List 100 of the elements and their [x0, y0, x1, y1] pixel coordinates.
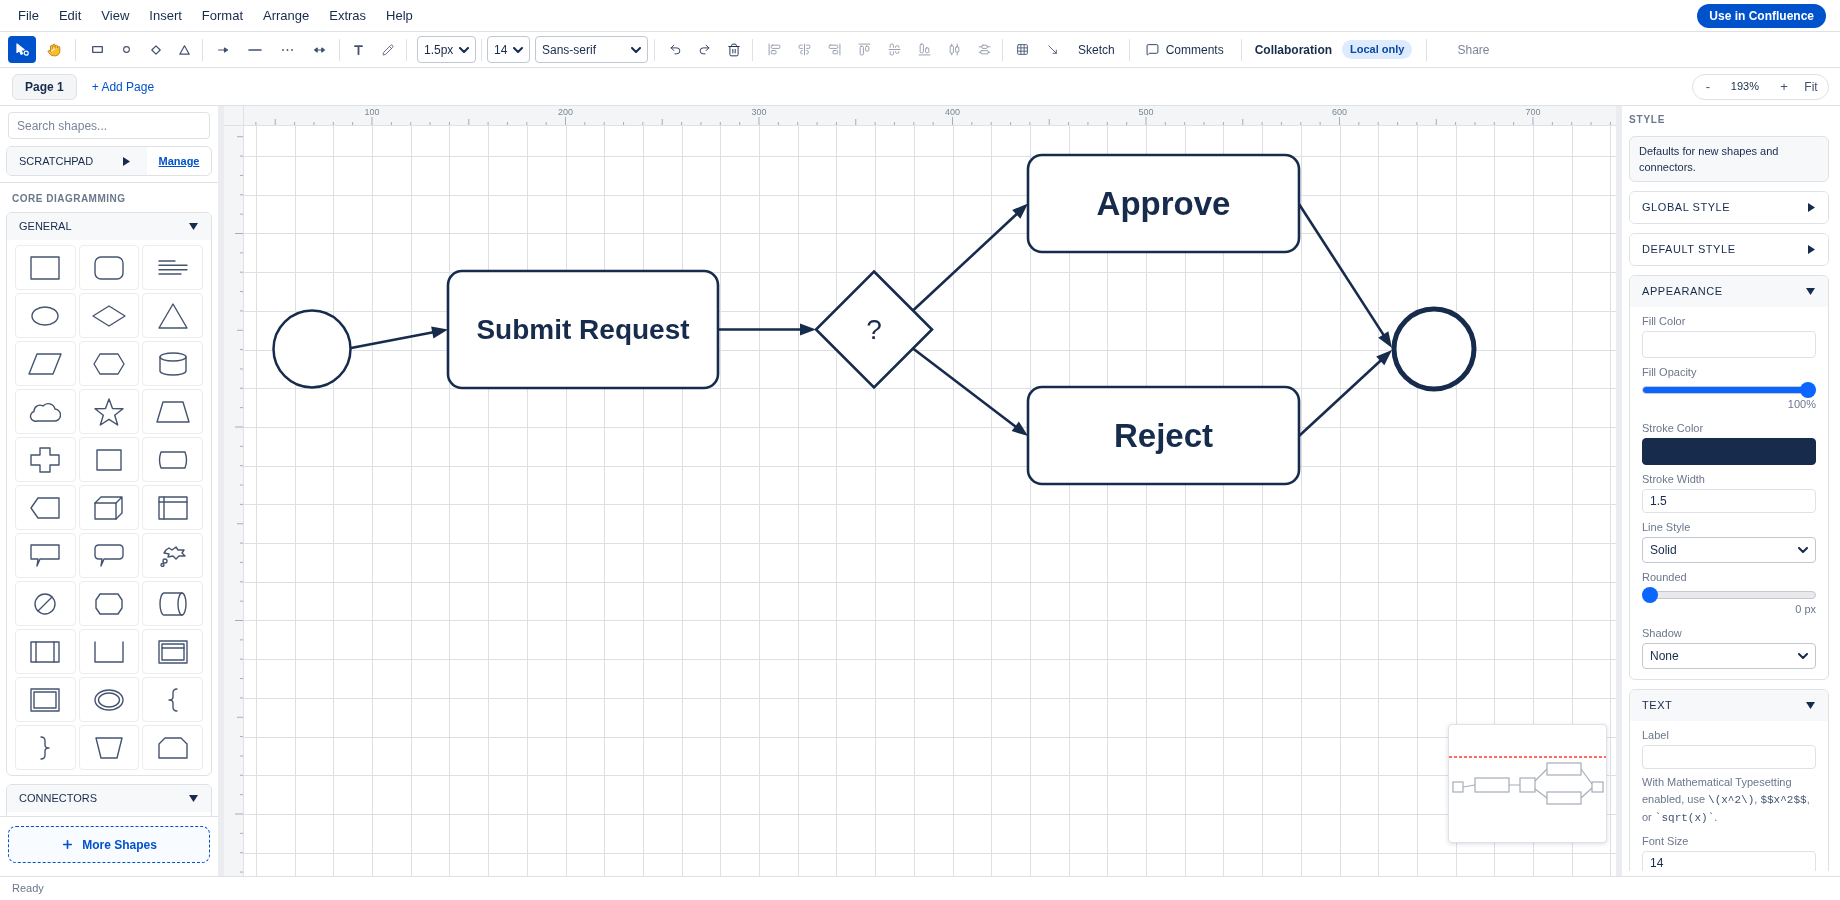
shape-tile[interactable]: [142, 245, 203, 290]
add-page-link[interactable]: + Add Page: [91, 77, 155, 96]
shape-tile[interactable]: [142, 389, 203, 434]
shape-tile[interactable]: [15, 677, 76, 722]
distribute-vertical-icon: [977, 43, 991, 56]
shape-tile[interactable]: [142, 533, 203, 578]
shape-tile[interactable]: [78, 341, 140, 386]
shape-tile[interactable]: [142, 629, 203, 674]
text-input[interactable]: 1.5: [1642, 489, 1816, 513]
color-field[interactable]: [1642, 331, 1816, 358]
field-label: Rounded: [1642, 570, 1687, 584]
shape-tile[interactable]: [142, 437, 203, 482]
comments-button[interactable]: Comments: [1137, 35, 1232, 64]
barrel-shape-icon: [157, 450, 188, 469]
slider-thumb[interactable]: [1642, 587, 1658, 603]
shape-tile[interactable]: [142, 725, 203, 770]
shape-tile[interactable]: [78, 389, 140, 434]
open-box-icon: [94, 640, 124, 663]
ruler-label: 200: [558, 107, 573, 117]
internal-storage-icon: [157, 495, 188, 520]
page-tab[interactable]: Page 1: [12, 73, 77, 100]
text-input[interactable]: [1642, 745, 1816, 769]
shape-tile[interactable]: [15, 725, 76, 770]
zoom-out-button[interactable]: -: [1695, 75, 1720, 98]
slider-thumb[interactable]: [1800, 382, 1816, 398]
section-header[interactable]: TEXT: [1630, 690, 1828, 721]
grid-icon: [1015, 43, 1029, 56]
menu-item[interactable]: Insert: [139, 3, 192, 28]
shape-tile[interactable]: [15, 533, 76, 578]
color-swatch[interactable]: [1642, 438, 1816, 465]
shape-tile[interactable]: [15, 389, 76, 434]
dropdown-select[interactable]: Solid: [1642, 537, 1816, 563]
menu-item[interactable]: Arrange: [253, 3, 320, 28]
font-family-select[interactable]: Sans-serif: [535, 36, 648, 63]
shape-tile[interactable]: [15, 485, 76, 530]
double-arrow-icon: [313, 46, 325, 53]
ruler-label: 500: [1138, 107, 1154, 117]
shape-tile[interactable]: [78, 677, 140, 722]
dropdown-select[interactable]: None: [1642, 643, 1816, 669]
shape-tile[interactable]: [78, 293, 140, 338]
align-right-icon: [827, 43, 841, 56]
chevron-down-icon: [1798, 547, 1808, 553]
shape-tile[interactable]: [78, 485, 140, 530]
shape-tile[interactable]: [142, 581, 203, 626]
library-heading: CORE DIAGRAMMING: [12, 193, 126, 205]
shape-tile[interactable]: [78, 581, 140, 626]
rounded-rectangle-icon: [94, 255, 124, 280]
shape-tile[interactable]: [78, 629, 140, 674]
group-header[interactable]: GENERAL: [7, 213, 211, 240]
header-action-button[interactable]: Use in Confluence: [1697, 3, 1826, 28]
double-ellipse-icon: [94, 688, 124, 711]
ruler-label: 600: [1332, 107, 1347, 117]
shape-tile[interactable]: [142, 485, 203, 530]
status-badge: Local only: [1342, 40, 1413, 59]
search-field[interactable]: Search shapes...: [8, 112, 210, 139]
zoom-in-button[interactable]: +: [1771, 75, 1797, 98]
line-width-select[interactable]: 1.5px: [417, 36, 476, 63]
diamond-icon: [92, 304, 126, 327]
manage-link[interactable]: Manage: [158, 152, 200, 170]
section-header[interactable]: DEFAULT STYLE: [1630, 234, 1828, 265]
menu-item[interactable]: File: [8, 3, 49, 28]
dotted-line-icon: [281, 48, 293, 51]
rectangle-icon: [30, 255, 61, 280]
menu-item[interactable]: Format: [191, 3, 253, 28]
scratchpad-toggle[interactable]: SCRATCHPAD: [7, 147, 147, 175]
shape-tile[interactable]: [15, 581, 76, 626]
comment-icon: [1145, 43, 1159, 56]
star-icon: [94, 397, 124, 426]
shape-tile[interactable]: [142, 293, 203, 338]
shape-tile[interactable]: [15, 437, 76, 482]
shape-tile[interactable]: [15, 245, 76, 290]
sketch-button[interactable]: Sketch: [1070, 35, 1123, 64]
section-header[interactable]: GLOBAL STYLE: [1630, 192, 1828, 223]
circle-icon: [123, 46, 130, 53]
trapezoid-icon: [155, 400, 190, 423]
menu-item[interactable]: Extras: [319, 3, 377, 28]
shape-tile[interactable]: [15, 341, 76, 386]
menu-item[interactable]: Help: [376, 3, 423, 28]
shape-tile[interactable]: [15, 629, 76, 674]
fit-button[interactable]: Fit: [1797, 75, 1825, 98]
shape-tile[interactable]: [78, 245, 140, 290]
shape-tile[interactable]: [142, 677, 203, 722]
font-size-select[interactable]: 14: [487, 36, 530, 63]
square-icon: [96, 448, 122, 471]
shape-tile[interactable]: [78, 437, 140, 482]
text-input[interactable]: 14: [1642, 851, 1816, 871]
shape-tile[interactable]: [78, 725, 140, 770]
shape-tile[interactable]: [78, 533, 140, 578]
more-shapes-button[interactable]: More Shapes: [8, 826, 210, 863]
left-brace-icon: [167, 687, 178, 712]
hand-icon: [47, 42, 61, 57]
menu-item[interactable]: View: [91, 3, 140, 28]
menu-item[interactable]: Edit: [48, 3, 92, 28]
group-header[interactable]: CONNECTORS: [7, 785, 211, 812]
diagram-canvas[interactable]: Submit Request ? Approve Reject: [244, 126, 1616, 876]
select-tool-button[interactable]: [8, 36, 36, 63]
shape-tile[interactable]: [142, 341, 203, 386]
section-header[interactable]: APPEARANCE: [1630, 276, 1828, 307]
chevron-down-icon: [631, 46, 641, 53]
shape-tile[interactable]: [15, 293, 76, 338]
